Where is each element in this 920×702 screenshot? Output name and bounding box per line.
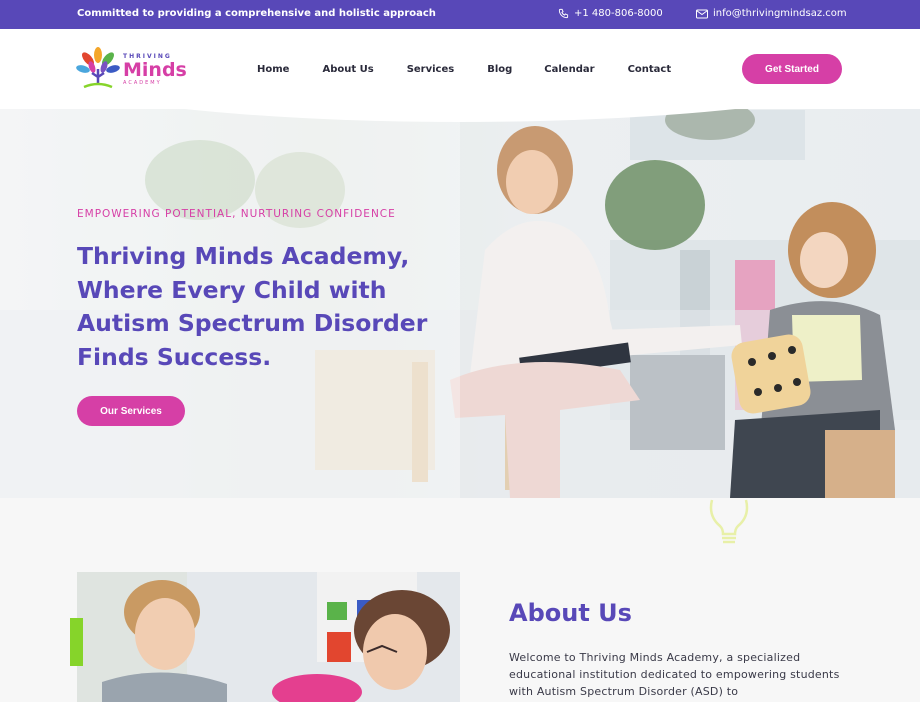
about-text: Welcome to Thriving Minds Academy, a spe… bbox=[509, 651, 840, 698]
top-bar-tagline: Committed to providing a comprehensive a… bbox=[77, 8, 436, 19]
phone-number: +1 480-806-8000 bbox=[574, 8, 663, 19]
email-address: info@thrivingmindsaz.com bbox=[713, 8, 847, 19]
nav-item-blog[interactable]: Blog bbox=[487, 64, 512, 75]
nav-item-about-us[interactable]: About Us bbox=[322, 64, 373, 75]
logo-line-2: Minds bbox=[123, 59, 187, 81]
hero-section: EMPOWERING POTENTIAL, NURTURING CONFIDEN… bbox=[0, 100, 920, 498]
site-header: THRIVING Minds ACADEMY Home About Us Ser… bbox=[0, 29, 920, 109]
about-section: About Us Welcome to Thriving Minds Acade… bbox=[0, 498, 920, 702]
hero-title: Thriving Minds Academy, Where Every Chil… bbox=[77, 242, 428, 371]
lightbulb-icon bbox=[709, 499, 749, 544]
tree-logo-icon bbox=[76, 47, 120, 89]
about-photo-art bbox=[77, 572, 460, 702]
logo-text: THRIVING Minds ACADEMY bbox=[123, 54, 187, 86]
nav-item-services[interactable]: Services bbox=[407, 64, 455, 75]
about-photo bbox=[77, 572, 460, 702]
logo[interactable]: THRIVING Minds ACADEMY bbox=[76, 45, 187, 93]
our-services-button[interactable]: Our Services bbox=[77, 396, 185, 426]
phone-icon bbox=[558, 8, 569, 19]
mail-icon bbox=[696, 9, 708, 18]
logo-line-3: ACADEMY bbox=[123, 80, 162, 86]
accent-bar bbox=[70, 618, 83, 666]
page: Committed to providing a comprehensive a… bbox=[0, 0, 920, 702]
main-nav: Home About Us Services Blog Calendar Con… bbox=[257, 64, 671, 75]
top-bar-email[interactable]: info@thrivingmindsaz.com bbox=[696, 8, 847, 19]
nav-item-contact[interactable]: Contact bbox=[628, 64, 672, 75]
top-bar: Committed to providing a comprehensive a… bbox=[0, 0, 920, 29]
nav-item-calendar[interactable]: Calendar bbox=[544, 64, 594, 75]
hero-eyebrow: EMPOWERING POTENTIAL, NURTURING CONFIDEN… bbox=[77, 208, 396, 220]
get-started-button[interactable]: Get Started bbox=[742, 54, 842, 84]
about-title: About Us bbox=[509, 599, 632, 627]
top-bar-phone[interactable]: +1 480-806-8000 bbox=[558, 8, 663, 19]
nav-item-home[interactable]: Home bbox=[257, 64, 289, 75]
